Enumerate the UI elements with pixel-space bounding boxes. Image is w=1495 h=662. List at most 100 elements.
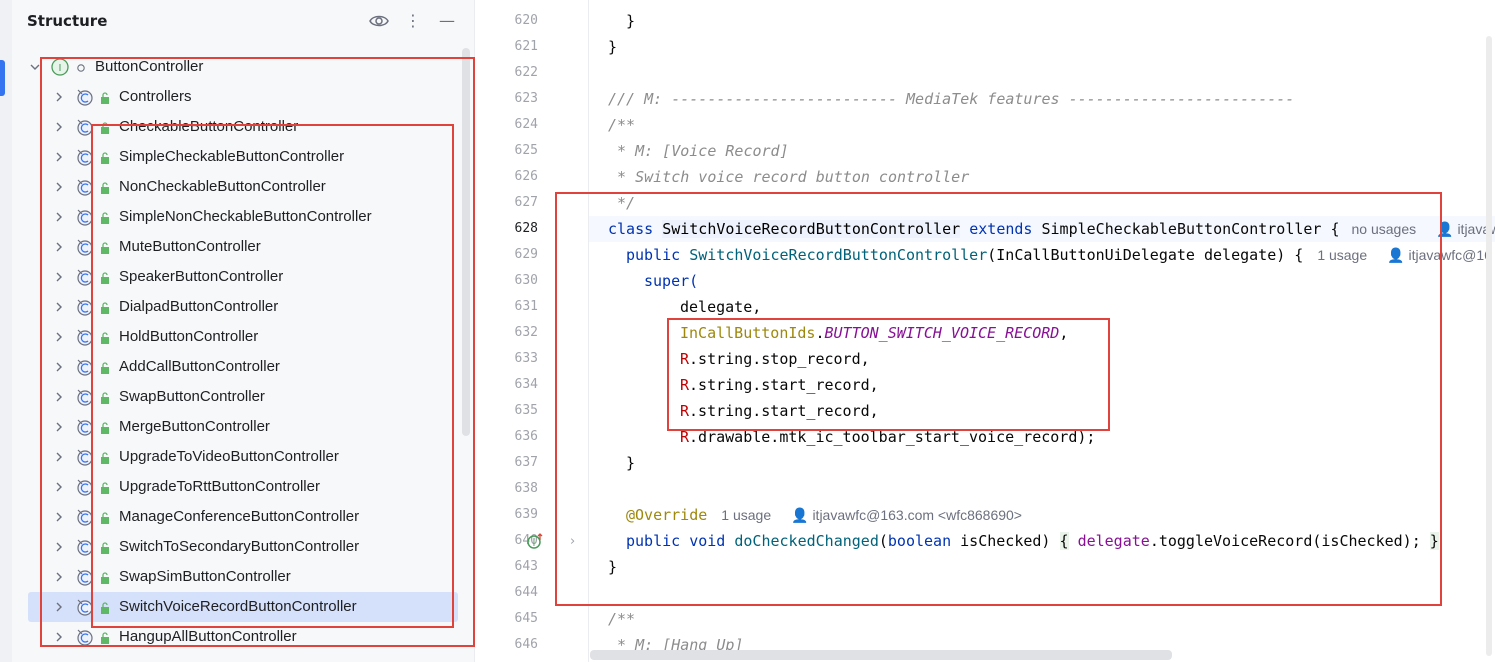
- code-line-629: public SwitchVoiceRecordButtonController…: [626, 246, 1492, 264]
- line-number: 629: [514, 247, 538, 262]
- public-lock-icon: [100, 90, 110, 104]
- chevron-right-icon[interactable]: [52, 179, 66, 193]
- chevron-right-icon[interactable]: [52, 359, 66, 373]
- class-icon: [74, 87, 96, 107]
- tree-item-label: SwapSimButtonController: [119, 568, 291, 585]
- chevron-right-icon[interactable]: [52, 209, 66, 223]
- fold-expand-icon[interactable]: ›: [570, 534, 584, 549]
- tree-item-label: SwitchToSecondaryButtonController: [119, 538, 360, 555]
- chevron-right-icon[interactable]: [52, 599, 66, 613]
- line-number: 625: [514, 143, 538, 158]
- chevron-right-icon[interactable]: [52, 479, 66, 493]
- code-line-639: @Override 1 usage 👤 itjavawfc@163.com <wfc…: [626, 506, 1022, 524]
- tree-item[interactable]: MuteButtonController: [28, 232, 458, 262]
- tree-item[interactable]: NonCheckableButtonController: [28, 172, 458, 202]
- code-line-621: }: [608, 38, 618, 56]
- vertical-scrollbar[interactable]: [1486, 36, 1492, 656]
- tree-item[interactable]: SwapSimButtonController: [28, 562, 458, 592]
- code-line-633: R.string.stop_record,: [680, 350, 870, 368]
- chevron-right-icon[interactable]: [52, 569, 66, 583]
- line-number: 631: [514, 299, 538, 314]
- class-icon: [74, 477, 96, 497]
- code-line-632: InCallButtonIds.BUTTON_SWITCH_VOICE_RECO…: [680, 324, 1069, 342]
- tree-item[interactable]: SwitchToSecondaryButtonController: [28, 532, 458, 562]
- tree-item[interactable]: SimpleNonCheckableButtonController: [28, 202, 458, 232]
- eye-icon[interactable]: [368, 10, 390, 32]
- line-number: 643: [514, 559, 538, 574]
- override-marker-icon[interactable]: I: [526, 532, 544, 550]
- line-number: 628: [514, 221, 538, 236]
- class-icon: [74, 237, 96, 257]
- class-icon: [74, 417, 96, 437]
- code-line-643: }: [608, 558, 618, 576]
- tree-item[interactable]: SpeakerButtonController: [28, 262, 458, 292]
- active-tool-marker[interactable]: [0, 60, 5, 96]
- code-line-624: /**: [608, 116, 636, 134]
- code-line-631: delegate,: [680, 298, 762, 316]
- fold-gutter-divider: [588, 0, 589, 662]
- chevron-right-icon[interactable]: [52, 149, 66, 163]
- tree-scrollbar[interactable]: [462, 48, 470, 436]
- tree-item-label: SpeakerButtonController: [119, 268, 284, 285]
- tree-item[interactable]: AddCallButtonController: [28, 352, 458, 382]
- horizontal-scrollbar[interactable]: [590, 650, 1172, 660]
- tree-item[interactable]: Controllers: [28, 82, 458, 112]
- code-line-623: /// M: ------------------------- MediaTe…: [608, 90, 1295, 108]
- tree-item[interactable]: SimpleCheckableButtonController: [28, 142, 458, 172]
- tree-item-label: SwapButtonController: [119, 388, 265, 405]
- class-icon: [74, 627, 96, 647]
- class-icon: [74, 507, 96, 527]
- chevron-right-icon[interactable]: [52, 299, 66, 313]
- tree-item[interactable]: DialpadButtonController: [28, 292, 458, 322]
- tree-item[interactable]: ManageConferenceButtonController: [28, 502, 458, 532]
- chevron-right-icon[interactable]: [52, 419, 66, 433]
- public-lock-icon: [100, 330, 110, 344]
- chevron-right-icon[interactable]: [52, 269, 66, 283]
- tree-item[interactable]: SwapButtonController: [28, 382, 458, 412]
- chevron-right-icon[interactable]: [52, 449, 66, 463]
- tree-item[interactable]: UpgradeToRttButtonController: [28, 472, 458, 502]
- tree-item[interactable]: CheckableButtonController: [28, 112, 458, 142]
- tree-item-label: DialpadButtonController: [119, 298, 279, 315]
- tree-root-row[interactable]: I ButtonController: [28, 52, 458, 82]
- code-line-626: * Switch voice record button controller: [608, 168, 970, 186]
- chevron-right-icon[interactable]: [52, 509, 66, 523]
- code-line-640: public void doCheckedChanged(boolean isC…: [626, 532, 1439, 550]
- chevron-right-icon[interactable]: [52, 389, 66, 403]
- class-icon: [74, 327, 96, 347]
- tree-item-label: SimpleCheckableButtonController: [119, 148, 345, 165]
- tree-item-label: ManageConferenceButtonController: [119, 508, 360, 525]
- code-line-627: */: [608, 194, 636, 212]
- chevron-down-icon[interactable]: [28, 59, 42, 73]
- tree-item-label: HoldButtonController: [119, 328, 259, 345]
- line-number: 639: [514, 507, 538, 522]
- class-icon: [74, 537, 96, 557]
- tree-item-label: NonCheckableButtonController: [119, 178, 326, 195]
- chevron-right-icon[interactable]: [52, 119, 66, 133]
- chevron-right-icon[interactable]: [52, 629, 66, 643]
- tree-item[interactable]: HangupAllButtonController: [28, 622, 458, 652]
- line-number: 635: [514, 403, 538, 418]
- line-number: 627: [514, 195, 538, 210]
- minimize-icon[interactable]: —: [436, 10, 458, 32]
- chevron-right-icon[interactable]: [52, 539, 66, 553]
- class-icon: [74, 357, 96, 377]
- chevron-right-icon[interactable]: [52, 89, 66, 103]
- public-lock-icon: [100, 450, 110, 464]
- interface-icon: I: [50, 57, 72, 77]
- line-number: 630: [514, 273, 538, 288]
- chevron-right-icon[interactable]: [52, 239, 66, 253]
- chevron-right-icon[interactable]: [52, 329, 66, 343]
- tree-item[interactable]: UpgradeToVideoButtonController: [28, 442, 458, 472]
- tool-window-strip: [0, 0, 12, 662]
- code-line-635: R.string.start_record,: [680, 402, 879, 420]
- line-number: 626: [514, 169, 538, 184]
- code-line-620: }: [626, 12, 636, 30]
- tree-item[interactable]: SwitchVoiceRecordButtonController: [28, 592, 458, 622]
- public-lock-icon: [100, 240, 110, 254]
- more-options-icon[interactable]: ⋮: [402, 10, 424, 32]
- tree-item[interactable]: MergeButtonController: [28, 412, 458, 442]
- line-number: 636: [514, 429, 538, 444]
- code-editor[interactable]: 620 621 622 623 624 625 626 627 628 629 630 631 632 6…: [476, 0, 1495, 662]
- tree-item[interactable]: HoldButtonController: [28, 322, 458, 352]
